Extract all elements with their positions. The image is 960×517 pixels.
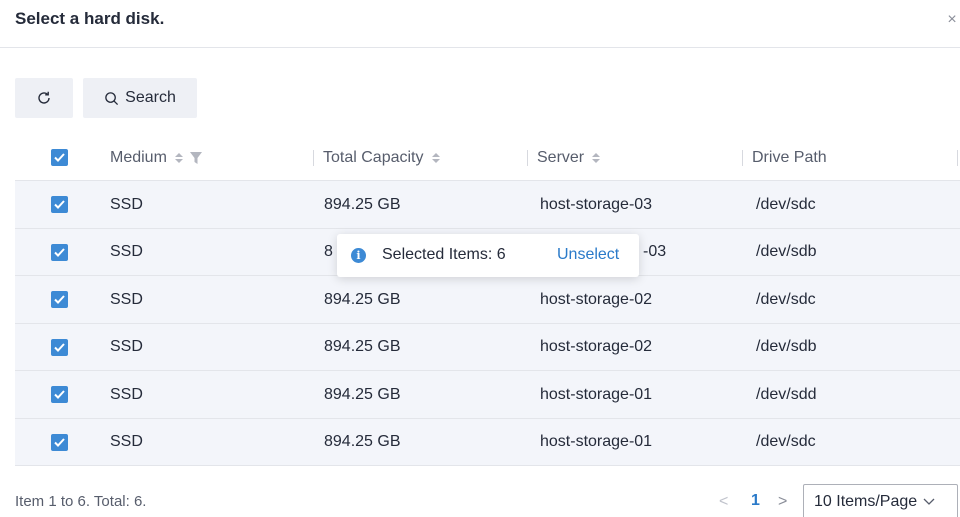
check-icon [54, 342, 65, 352]
selected-count-text: Selected Items: 6 [382, 246, 506, 263]
column-divider [527, 149, 528, 166]
cell-server: host-storage-01 [540, 385, 653, 403]
cell-server: host-storage-03 [540, 195, 653, 213]
filter-icon[interactable] [189, 151, 202, 164]
page-size-value: 10 Items/Page [814, 492, 918, 510]
table-row[interactable]: SSD 894.25 GB host-storage-02 /dev/sdb [15, 323, 960, 371]
column-label-drive-path: Drive Path [752, 148, 827, 166]
cell-capacity: 894.25 GB [324, 385, 401, 403]
check-icon [54, 390, 65, 399]
prev-page-button[interactable]: < [719, 493, 728, 511]
check-icon [54, 153, 65, 162]
column-header-server[interactable]: Server [527, 134, 601, 181]
check-icon [54, 437, 65, 447]
cell-server: host-storage-02 [540, 290, 653, 308]
row-check-cell [51, 324, 68, 371]
info-icon: i [351, 248, 366, 263]
row-check-cell [51, 229, 68, 276]
refresh-button[interactable] [15, 78, 73, 118]
refresh-icon [38, 91, 50, 104]
search-button-label: Search [125, 89, 176, 106]
cell-drive-path: /dev/sdc [756, 290, 816, 308]
sort-icon[interactable] [591, 152, 601, 164]
sort-icon[interactable] [431, 152, 441, 164]
table-row[interactable]: SSD 894.25 GB host-storage-02 /dev/sdc [15, 276, 960, 324]
cell-capacity: 894.25 GB [324, 195, 401, 213]
check-icon [54, 247, 65, 257]
cell-medium: SSD [110, 385, 143, 403]
cell-drive-path: /dev/sdb [756, 338, 817, 355]
row-checkbox[interactable] [51, 338, 68, 356]
row-checkbox[interactable] [51, 196, 68, 213]
search-icon [105, 91, 119, 105]
unselect-link[interactable]: Unselect [557, 246, 619, 264]
check-icon [54, 295, 65, 304]
table-header: Medium Total Capacity Server Drive Path [15, 134, 960, 181]
selection-toast: i Selected Items: 6 Unselect [337, 234, 639, 277]
table-row[interactable]: SSD 894.25 GB host-storage-01 /dev/sdd [15, 371, 960, 419]
row-check-cell [51, 181, 68, 228]
cell-server: host-storage-02 [540, 338, 653, 355]
row-checkbox[interactable] [51, 433, 68, 451]
row-checkbox[interactable] [51, 291, 68, 308]
cell-drive-path: /dev/sdd [756, 385, 817, 403]
dialog-title: Select a hard disk. [15, 9, 165, 28]
page-number-current[interactable]: 1 [751, 492, 760, 510]
row-check-cell [51, 371, 68, 418]
page-size-select[interactable]: 10 Items/Page [803, 484, 958, 517]
column-label-server: Server [537, 148, 585, 166]
column-label-medium: Medium [110, 148, 167, 166]
select-all-checkbox[interactable] [51, 149, 68, 166]
cell-drive-path: /dev/sdb [756, 243, 817, 260]
table-row[interactable]: SSD 894.25 GB host-storage-03 /dev/sdc [15, 181, 960, 229]
close-icon[interactable]: × [944, 12, 960, 28]
column-label-total-capacity: Total Capacity [323, 148, 424, 166]
table-row[interactable]: SSD 894.25 GB host-storage-01 /dev/sdc [15, 418, 960, 466]
chevron-down-icon [923, 498, 935, 505]
row-check-cell [51, 276, 68, 323]
dialog-header: Select a hard disk. × [0, 0, 960, 48]
sort-icon[interactable] [174, 152, 184, 164]
column-header-medium[interactable]: Medium [110, 134, 202, 181]
check-icon [54, 200, 65, 209]
cell-medium: SSD [110, 290, 143, 308]
cell-medium: SSD [110, 243, 143, 260]
cell-drive-path: /dev/sdc [756, 433, 816, 450]
column-header-drive-path: Drive Path [742, 134, 827, 181]
row-checkbox[interactable] [51, 243, 68, 261]
pagination-info: Item 1 to 6. Total: 6. [15, 493, 147, 510]
row-checkbox[interactable] [51, 386, 68, 403]
column-divider [957, 149, 958, 166]
cell-medium: SSD [110, 338, 143, 355]
row-check-cell [51, 419, 68, 466]
cell-capacity: 894.25 GB [324, 433, 401, 450]
cell-capacity: 894.25 GB [324, 338, 401, 355]
cell-server: host-storage-01 [540, 433, 653, 450]
search-button[interactable]: Search [83, 78, 197, 118]
column-divider [313, 149, 314, 166]
cell-capacity: 894.25 GB [324, 290, 401, 308]
select-all-cell [51, 134, 68, 181]
cell-medium: SSD [110, 433, 143, 450]
column-header-total-capacity[interactable]: Total Capacity [313, 134, 441, 181]
cell-capacity: 8 [324, 243, 333, 260]
cell-medium: SSD [110, 195, 143, 213]
cell-drive-path: /dev/sdc [756, 195, 816, 213]
cell-server: -03 [643, 243, 667, 260]
disk-table: Medium Total Capacity Server Drive Path … [15, 134, 960, 466]
column-divider [742, 149, 743, 166]
next-page-button[interactable]: > [778, 493, 787, 511]
